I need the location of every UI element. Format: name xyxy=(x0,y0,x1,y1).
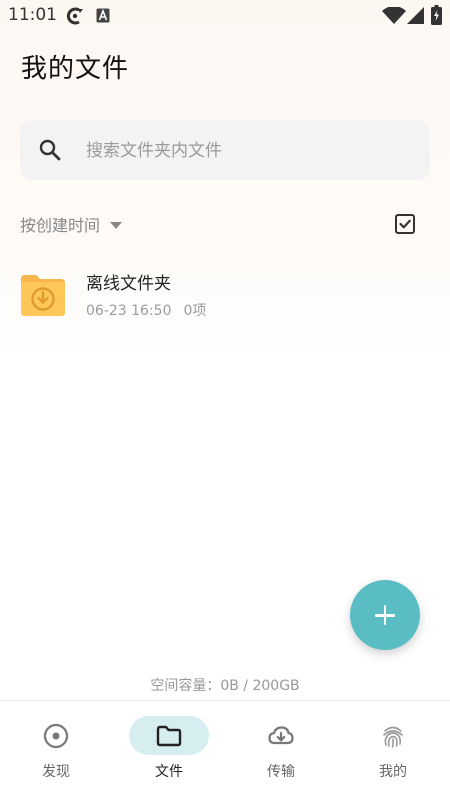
page-title: 我的文件 xyxy=(21,54,130,84)
wifi-icon xyxy=(382,7,406,24)
folder-name: 离线文件夹 xyxy=(86,274,171,294)
folder-item-count: 0项 xyxy=(183,303,207,319)
caret-down-icon xyxy=(110,221,123,229)
add-button[interactable] xyxy=(350,580,420,650)
status-time: 11:01 xyxy=(8,5,57,25)
a-badge-icon xyxy=(96,8,110,23)
tab-mine[interactable]: 我的 xyxy=(337,701,449,801)
list-item[interactable]: 离线文件夹 06-23 16:50 0项 xyxy=(0,256,450,336)
fingerprint-icon xyxy=(383,726,403,748)
discover-icon xyxy=(43,723,69,749)
sort-dropdown[interactable]: 按创建时间 xyxy=(20,212,123,236)
sync-icon xyxy=(66,7,83,25)
folder-date: 06-23 16:50 xyxy=(86,303,172,319)
multi-select-checkbox-icon[interactable] xyxy=(394,213,416,235)
sort-label: 按创建时间 xyxy=(20,216,101,235)
cloud-download-icon xyxy=(268,726,294,745)
storage-capacity: 空间容量：0B / 200GB xyxy=(150,678,300,694)
signal-icon xyxy=(407,7,424,24)
tab-transfer[interactable]: 传输 xyxy=(225,701,337,801)
status-bar: 11:01 xyxy=(0,0,450,32)
search-input[interactable] xyxy=(84,134,408,168)
search-icon xyxy=(39,139,61,161)
tab-label: 传输 xyxy=(267,764,295,780)
folder-meta: 06-23 16:50 0项 xyxy=(86,300,206,320)
tab-label: 发现 xyxy=(42,764,70,780)
battery-icon xyxy=(431,5,442,25)
search-bar[interactable] xyxy=(20,120,430,180)
offline-folder-icon xyxy=(21,275,65,316)
tab-files[interactable]: 文件 xyxy=(113,701,225,801)
folder-icon xyxy=(156,725,182,747)
tab-label: 文件 xyxy=(155,764,183,780)
tab-discover[interactable]: 发现 xyxy=(0,701,112,801)
tab-label: 我的 xyxy=(379,764,407,780)
bottom-tab-bar: 发现 文件 传输 我的 xyxy=(0,700,450,801)
